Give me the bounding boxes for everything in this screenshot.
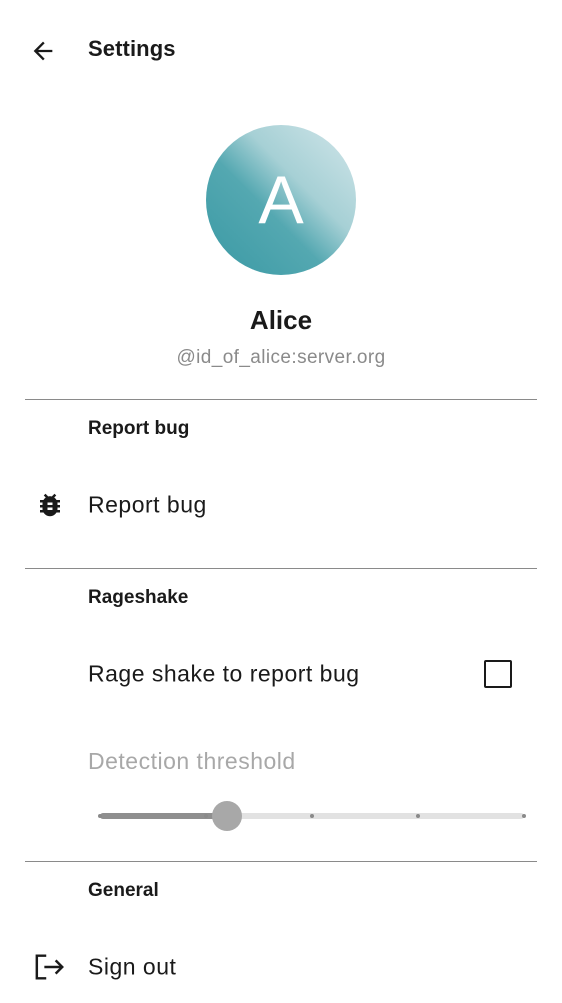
slider-tick [98,814,102,818]
section-header-report-bug: Report bug [88,418,190,439]
rageshake-checkbox[interactable] [484,660,512,688]
slider-active-track [100,813,228,819]
slider-tick [204,814,208,818]
slider-tick [310,814,314,818]
arrow-left-icon [33,41,53,61]
section-divider [25,399,537,400]
sign-out-item[interactable]: Sign out [0,931,562,1003]
user-display-name: Alice [249,305,313,335]
rageshake-toggle-item[interactable]: Rage shake to report bug [0,638,562,710]
detection-threshold-slider[interactable] [96,796,528,836]
section-header-general: General [88,880,159,901]
rageshake-toggle-label: Rage shake to report bug [88,660,360,687]
bug-icon [34,489,66,521]
section-divider [25,861,537,862]
avatar: A [206,125,356,275]
page-title: Settings [88,36,176,61]
report-bug-label: Report bug [88,491,207,518]
section-divider [25,568,537,569]
section-header-rageshake: Rageshake [88,587,189,608]
user-id: @id_of_alice:server.org [176,347,386,368]
slider-tick [522,814,526,818]
detection-threshold-label: Detection threshold [88,748,296,774]
back-button[interactable] [20,28,66,74]
sign-out-icon [34,951,66,983]
sign-out-label: Sign out [88,953,177,980]
slider-thumb[interactable] [212,801,243,831]
slider-tick [416,814,420,818]
report-bug-item[interactable]: Report bug [0,469,562,541]
avatar-letter: A [258,162,304,238]
top-app-bar: Settings [0,0,562,100]
